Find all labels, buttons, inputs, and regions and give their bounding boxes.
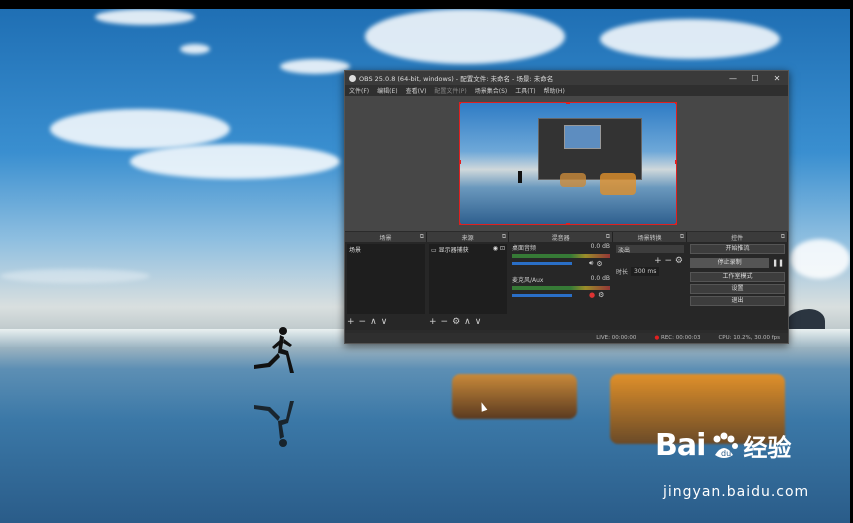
add-icon[interactable]: +: [654, 256, 662, 266]
volume-slider[interactable]: [512, 293, 572, 297]
watermark-brand: Bai: [655, 428, 706, 463]
status-bar: LIVE: 00:00:00 ● REC: 00:00:03 CPU: 10.2…: [345, 333, 788, 343]
volume-meter: [512, 286, 610, 290]
rec-dot-icon: ●: [654, 335, 660, 341]
resize-handle[interactable]: [675, 223, 676, 224]
mixer-panel: 桌面音频 0.0 dB 🔊︎ ⚙ 麦克风/Aux 0.0 dB ● ⚙: [509, 242, 614, 330]
muted-speaker-icon[interactable]: ●: [589, 291, 595, 299]
exit-button[interactable]: 退出: [690, 296, 785, 306]
minimize-button[interactable]: —: [722, 74, 744, 83]
stop-recording-button[interactable]: 停止录制: [690, 258, 770, 268]
obs-window[interactable]: OBS 25.0.8 (64-bit, windows) - 配置文件: 未命名…: [344, 70, 789, 344]
mixer-channel: 麦克风/Aux 0.0 dB: [512, 275, 610, 284]
sources-panel: ▭ 显示器捕获 ◉ ⊡ + − ⚙ ∧ ∨: [427, 242, 510, 330]
sources-list[interactable]: ▭ 显示器捕获 ◉ ⊡: [429, 244, 507, 314]
undock-icon[interactable]: ⧉: [680, 233, 684, 241]
menu-edit[interactable]: 编辑(E): [377, 86, 397, 95]
scenes-panel: 场景 + − ∧ ∨: [345, 242, 428, 330]
add-icon[interactable]: +: [429, 317, 437, 327]
lock-icon[interactable]: ⊡: [500, 245, 505, 252]
start-streaming-button[interactable]: 开始推流: [690, 244, 785, 254]
resize-handle[interactable]: [460, 103, 461, 104]
undock-icon[interactable]: ⧉: [781, 233, 785, 241]
watermark-brand-cn: 经验: [743, 434, 792, 462]
menu-profile[interactable]: 配置文件(P): [434, 86, 466, 95]
volume-slider[interactable]: [512, 262, 572, 265]
remove-icon[interactable]: −: [359, 317, 367, 327]
svg-text:du: du: [721, 449, 731, 458]
obs-titlebar[interactable]: OBS 25.0.8 (64-bit, windows) - 配置文件: 未命名…: [345, 71, 788, 85]
eye-icon[interactable]: ◉: [493, 245, 498, 252]
transitions-dock-header[interactable]: 场景转换 ⧉: [612, 232, 688, 242]
pause-icon[interactable]: ❚❚: [772, 259, 784, 267]
menu-scene-collection[interactable]: 场景集合(S): [475, 86, 508, 95]
obs-logo-icon: [349, 74, 356, 82]
preview-area[interactable]: [345, 96, 788, 231]
menu-file[interactable]: 文件(F): [349, 86, 369, 95]
undock-icon[interactable]: ⧉: [606, 233, 610, 241]
menu-help[interactable]: 帮助(H): [544, 86, 565, 95]
undock-icon[interactable]: ⧉: [420, 233, 424, 241]
live-status: LIVE: 00:00:00: [596, 335, 637, 341]
transition-select[interactable]: 淡出: [616, 245, 684, 254]
menu-view[interactable]: 查看(V): [406, 86, 427, 95]
controls-dock-header[interactable]: 控件 ⧉: [687, 232, 789, 242]
resize-handle[interactable]: [675, 160, 676, 164]
paw-icon: du: [713, 432, 739, 458]
add-icon[interactable]: +: [347, 317, 355, 327]
mixer-channel: 桌面音频 0.0 dB: [512, 243, 610, 252]
sources-dock-header[interactable]: 来源 ⧉: [427, 232, 510, 242]
gear-icon[interactable]: ⚙: [452, 317, 460, 327]
dock-headers: 场景 ⧉ 来源 ⧉ 混音器 ⧉ 场景转换 ⧉ 控件 ⧉: [345, 232, 789, 242]
menu-tools[interactable]: 工具(T): [515, 86, 535, 95]
cpu-status: CPU: 10.2%, 30.00 fps: [718, 335, 780, 341]
scenes-dock-header[interactable]: 场景 ⧉: [345, 232, 428, 242]
gear-icon[interactable]: ⚙: [675, 256, 683, 266]
transitions-panel: 淡出 + − ⚙ 时长 300 ms: [613, 242, 688, 330]
volume-meter: [512, 254, 610, 258]
remove-icon[interactable]: −: [441, 317, 449, 327]
resize-handle[interactable]: [566, 103, 570, 104]
resize-handle[interactable]: [460, 160, 461, 164]
runner-reflection: [254, 401, 294, 447]
gear-icon[interactable]: ⚙: [596, 260, 602, 268]
watermark-url: jingyan.baidu.com: [663, 484, 810, 500]
resize-handle[interactable]: [566, 223, 570, 224]
controls-panel: 开始推流 停止录制 ❚❚ 工作室模式 设置 退出: [687, 242, 788, 330]
list-item[interactable]: 场景: [347, 244, 425, 255]
settings-button[interactable]: 设置: [690, 284, 785, 294]
studio-mode-button[interactable]: 工作室模式: [690, 272, 785, 282]
move-up-icon[interactable]: ∧: [464, 317, 471, 327]
baidu-watermark: Bai du 经验: [655, 428, 791, 463]
nested-preview: [538, 118, 642, 180]
menu-bar: 文件(F) 编辑(E) 查看(V) 配置文件(P) 场景集合(S) 工具(T) …: [345, 85, 788, 96]
speaker-icon[interactable]: 🔊︎: [589, 259, 593, 268]
remove-icon[interactable]: −: [665, 256, 673, 266]
undock-icon[interactable]: ⧉: [502, 233, 506, 241]
duration-label: 时长: [616, 269, 629, 276]
maximize-button[interactable]: ☐: [744, 74, 766, 83]
mixer-dock-header[interactable]: 混音器 ⧉: [509, 232, 613, 242]
window-title: OBS 25.0.8 (64-bit, windows) - 配置文件: 未命名…: [359, 75, 554, 83]
move-down-icon[interactable]: ∨: [381, 317, 388, 327]
move-down-icon[interactable]: ∨: [475, 317, 482, 327]
move-up-icon[interactable]: ∧: [370, 317, 377, 327]
close-button[interactable]: ✕: [766, 74, 788, 83]
scenes-list[interactable]: 场景: [347, 244, 425, 314]
resize-handle[interactable]: [675, 103, 676, 104]
screen-top-bar: [0, 0, 853, 9]
runner-silhouette: [254, 327, 294, 373]
resize-handle[interactable]: [460, 223, 461, 224]
list-item[interactable]: ▭ 显示器捕获 ◉ ⊡: [429, 244, 507, 255]
preview-canvas[interactable]: [459, 102, 677, 225]
monitor-icon: ▭: [431, 247, 437, 254]
rec-status: ● REC: 00:00:03: [654, 335, 701, 341]
gear-icon[interactable]: ⚙: [598, 291, 604, 299]
duration-input[interactable]: 300 ms: [631, 267, 660, 276]
